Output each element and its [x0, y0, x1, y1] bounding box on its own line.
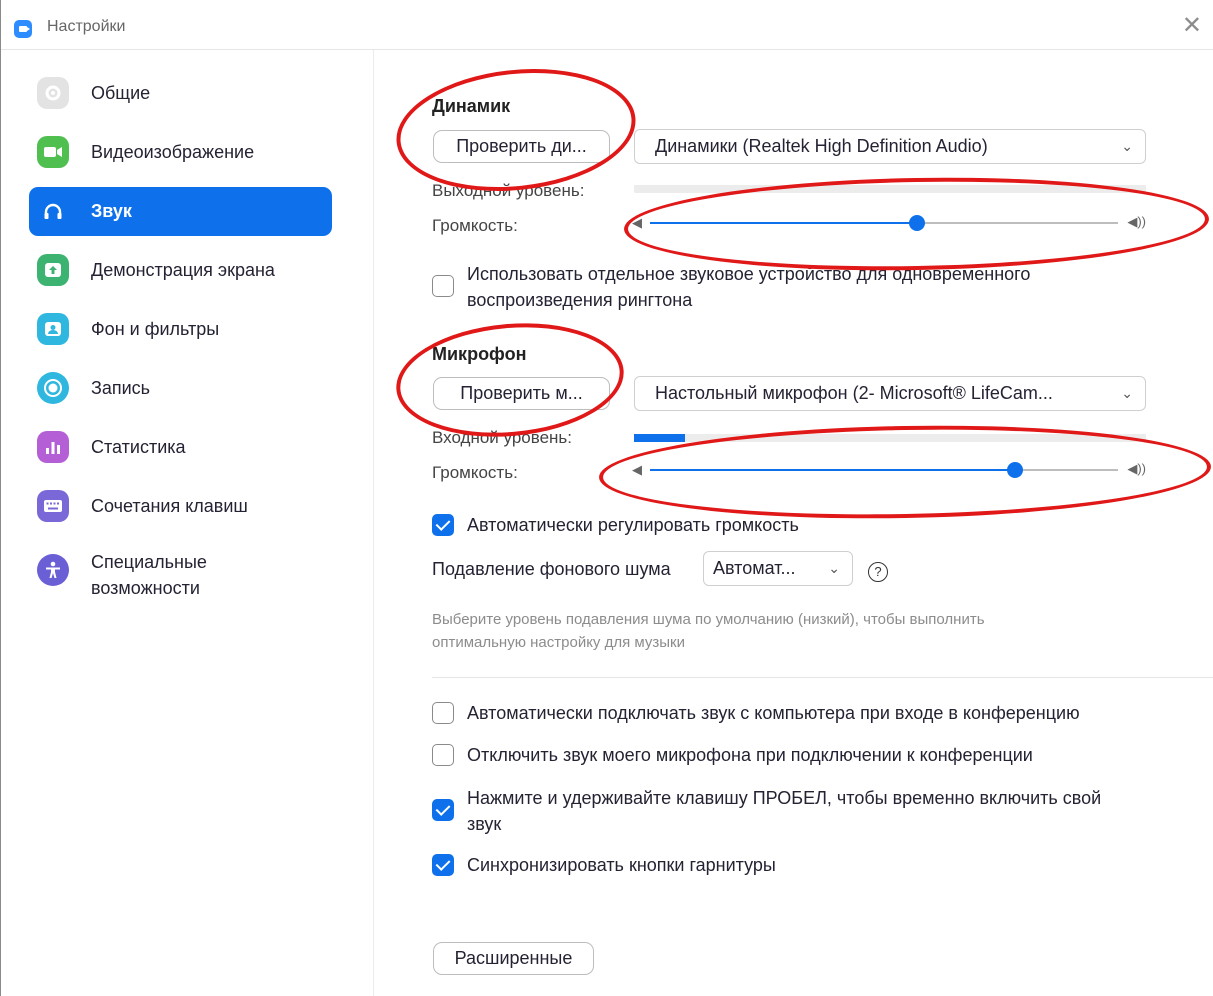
microphone-device-value: Настольный микрофон (2- Microsoft® LifeC…	[655, 383, 1053, 403]
mute-on-join-checkbox[interactable]	[432, 744, 454, 766]
push-to-talk-checkbox[interactable]	[432, 799, 454, 821]
ringtone-device-label: Использовать отдельное звуковое устройст…	[467, 261, 1030, 313]
speaker-low-icon: ◀	[632, 215, 642, 230]
microphone-device-select[interactable]: Настольный микрофон (2- Microsoft® LifeC…	[634, 376, 1146, 411]
speaker-volume-label: Громкость:	[432, 216, 518, 235]
auto-join-audio-label: Автоматически подключать звук с компьюте…	[467, 703, 1080, 723]
settings-window: Настройки ✕ Общие Видеоизображение Звук	[0, 0, 1213, 996]
chevron-down-icon: ⌄	[1121, 138, 1133, 154]
ringtone-label-line2: воспроизведения рингтона	[467, 290, 693, 310]
speaker-device-value: Динамики (Realtek High Definition Audio)	[655, 136, 988, 156]
ringtone-device-checkbox[interactable]	[432, 275, 454, 297]
speaker-section-title: Динамик	[432, 96, 511, 116]
mute-on-join-label: Отключить звук моего микрофона при подкл…	[467, 745, 1033, 765]
auto-volume-label: Автоматически регулировать громкость	[467, 515, 799, 535]
advanced-button[interactable]: Расширенные	[433, 942, 594, 975]
microphone-volume-label: Громкость:	[432, 463, 518, 482]
microphone-volume-slider[interactable]: ◀ ◀))	[632, 458, 1146, 482]
noise-suppression-value: Автомат...	[713, 558, 796, 578]
noise-suppression-hint: Выберите уровень подавления шума по умол…	[432, 608, 985, 654]
output-level-label: Выходной уровень:	[432, 181, 585, 200]
hint-line1: Выберите уровень подавления шума по умол…	[432, 611, 985, 628]
sync-headset-checkbox[interactable]	[432, 854, 454, 876]
slider-knob[interactable]	[908, 215, 925, 231]
chevron-down-icon: ⌄	[828, 560, 840, 576]
noise-suppression-label: Подавление фонового шума	[432, 559, 671, 579]
speaker-low-icon: ◀	[632, 462, 642, 477]
push-to-talk-line1: Нажмите и удерживайте клавишу ПРОБЕЛ, чт…	[467, 788, 1102, 808]
help-icon[interactable]: ?	[868, 562, 888, 582]
chevron-down-icon: ⌄	[1121, 385, 1133, 401]
speaker-high-icon: ◀))	[1127, 461, 1146, 476]
test-microphone-button[interactable]: Проверить м...	[433, 377, 610, 410]
speaker-device-select[interactable]: Динамики (Realtek High Definition Audio)…	[634, 129, 1146, 164]
slider-fill	[650, 222, 917, 224]
test-speaker-button[interactable]: Проверить ди...	[433, 130, 610, 163]
audio-settings-panel: Динамик Проверить ди... Динамики (Realte…	[1, 0, 1213, 996]
slider-fill	[650, 469, 1016, 471]
input-level-meter	[634, 434, 1146, 442]
noise-suppression-select[interactable]: Автомат... ⌄	[703, 551, 853, 586]
microphone-section-title: Микрофон	[432, 344, 527, 364]
input-level-fill	[634, 434, 686, 442]
hint-line2: оптимальную настройку для музыки	[432, 634, 685, 651]
auto-join-audio-checkbox[interactable]	[432, 702, 454, 724]
speaker-volume-slider[interactable]: ◀ ◀))	[632, 211, 1146, 235]
ringtone-label-line1: Использовать отдельное звуковое устройст…	[467, 264, 1031, 284]
sync-headset-label: Синхронизировать кнопки гарнитуры	[467, 855, 776, 875]
output-level-meter	[634, 185, 1146, 193]
slider-track	[650, 462, 1118, 478]
input-level-label: Входной уровень:	[432, 428, 573, 447]
auto-volume-checkbox[interactable]	[432, 514, 454, 536]
slider-track	[650, 215, 1118, 231]
speaker-high-icon: ◀))	[1127, 214, 1146, 229]
section-divider	[432, 677, 1213, 678]
push-to-talk-label: Нажмите и удерживайте клавишу ПРОБЕЛ, чт…	[467, 785, 1101, 837]
slider-knob[interactable]	[1007, 462, 1024, 478]
push-to-talk-line2: звук	[467, 814, 502, 834]
